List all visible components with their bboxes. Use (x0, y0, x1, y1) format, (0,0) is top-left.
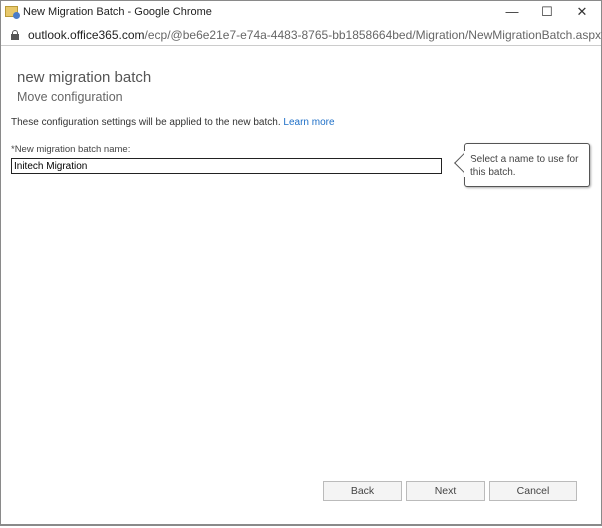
page-title: new migration batch (17, 69, 152, 86)
info-text: These configuration settings will be app… (11, 117, 335, 128)
address-bar[interactable]: outlook.office365.com/ecp/@be6e21e7-e74a… (1, 24, 602, 46)
window-title: New Migration Batch - Google Chrome (23, 6, 212, 18)
url-path: /ecp/@be6e21e7-e74a-4483-8765-bb1858664b… (144, 28, 602, 42)
url-host: outlook.office365.com (28, 28, 145, 42)
batch-name-input[interactable] (11, 158, 442, 174)
browser-window: New Migration Batch - Google Chrome — ☐ … (0, 0, 602, 526)
maximize-button[interactable]: ☐ (532, 3, 562, 21)
minimize-button[interactable]: — (497, 3, 527, 21)
url[interactable]: outlook.office365.com/ecp/@be6e21e7-e74a… (28, 28, 602, 42)
tooltip-text: Select a name to use for this batch. (470, 154, 579, 178)
page-subtitle: Move configuration (17, 90, 123, 104)
lock-icon (11, 30, 19, 40)
title-bar: New Migration Batch - Google Chrome — ☐ … (1, 1, 601, 24)
back-button[interactable]: Back (323, 481, 402, 501)
cancel-button[interactable]: Cancel (489, 481, 577, 501)
exchange-app-icon (5, 6, 20, 19)
next-button[interactable]: Next (406, 481, 485, 501)
tooltip: Select a name to use for this batch. (464, 143, 590, 187)
batch-name-label: *New migration batch name: (11, 144, 131, 155)
info-message: These configuration settings will be app… (11, 117, 281, 128)
close-button[interactable]: ✕ (567, 3, 597, 21)
learn-more-link[interactable]: Learn more (283, 117, 334, 128)
